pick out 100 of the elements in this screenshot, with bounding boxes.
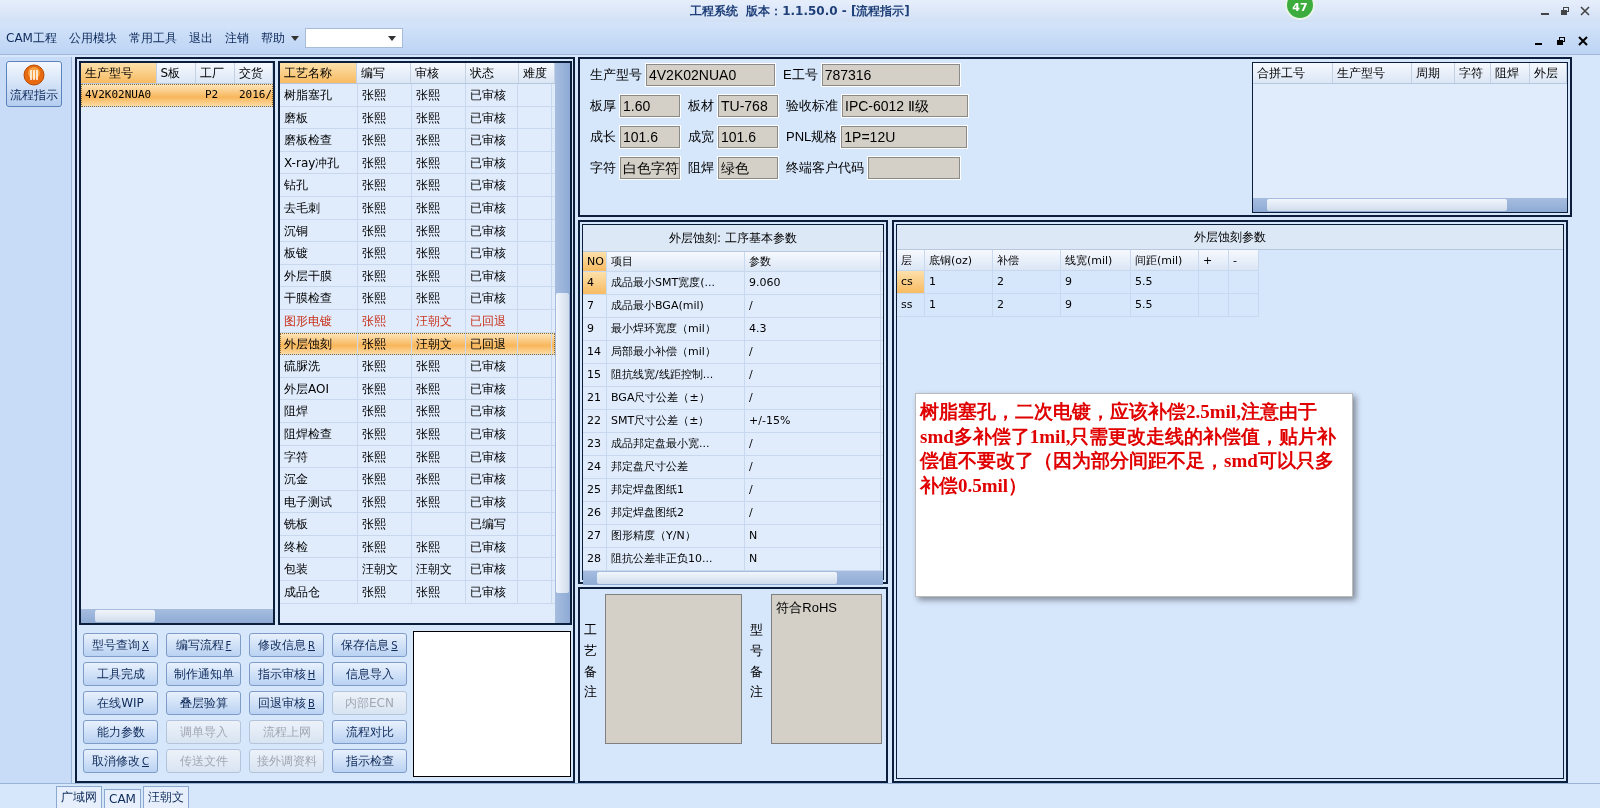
column-header[interactable]: 编写 [356,63,412,83]
column-header[interactable]: - [1229,250,1259,270]
action-button[interactable]: 制作通知单 [166,662,241,686]
table-row[interactable]: 成品仓 张熙 张熙 已审核 [280,581,555,604]
table-row[interactable]: 7 成品最小BGA(mil) / [583,295,883,318]
action-button[interactable]: 能力参数 [83,720,158,744]
vertical-scrollbar[interactable] [555,63,570,623]
action-button[interactable]: 工具完成 [83,662,158,686]
column-header[interactable]: NO [583,252,607,271]
text-area[interactable] [413,631,571,777]
column-header[interactable]: 交货 [235,63,273,83]
restore-icon[interactable] [1560,6,1570,16]
table-row[interactable]: 钻孔 张熙 张熙 已审核 [280,174,555,197]
table-row[interactable]: 阻焊检查 张熙 张熙 已审核 [280,422,555,446]
column-header[interactable]: 工厂 [196,63,236,83]
column-header[interactable]: 线宽(mil) [1061,250,1131,270]
status-tab[interactable]: 广域网 [56,786,102,808]
action-button[interactable]: 型号查询 X [83,633,158,657]
table-row[interactable]: 24 邦定盘尺寸公差 / [583,456,883,479]
column-header[interactable]: 参数 [745,252,881,271]
dropdown-field[interactable] [304,28,403,48]
column-header[interactable]: 阻焊 [1491,63,1531,83]
text-area[interactable]: 符合RoHS [771,594,882,744]
action-button[interactable]: 流程对比 [332,720,407,744]
table-row[interactable]: 磨板检查 张熙 张熙 已审核 [280,129,555,152]
table-row[interactable]: 铣板 张熙 已编写 [280,513,555,536]
column-header[interactable]: 项目 [607,252,745,271]
column-header[interactable]: + [1199,250,1229,270]
input-field[interactable]: 101.6 [619,125,681,149]
table-row[interactable]: 15 阻抗线宽/线距控制... / [583,364,883,387]
table-row[interactable]: 25 邦定焊盘图纸1 / [583,479,883,502]
action-button[interactable]: 回退审核 B [249,691,324,715]
horizontal-scrollbar[interactable] [583,571,883,585]
menu-item[interactable]: 公用模块 [68,29,117,47]
table-row[interactable]: 板镀 张熙 张熙 已审核 [280,242,555,265]
nav-button[interactable]: 流程指示 [6,61,62,107]
menu-item[interactable]: 帮助 [260,29,285,47]
action-button[interactable]: 修改信息 R [249,633,324,657]
table-row[interactable]: 14 局部最小补偿（mil） / [583,341,883,364]
restore-icon[interactable] [1556,36,1566,46]
table-row[interactable]: 去毛刺 张熙 张熙 已审核 [280,196,555,220]
action-button[interactable]: 保存信息 S [332,633,407,657]
horizontal-scrollbar[interactable] [81,609,273,623]
column-header[interactable]: 工艺名称 [280,63,357,83]
column-header[interactable]: 审核 [411,63,466,83]
action-button[interactable]: 编写流程 F [166,633,241,657]
menu-item[interactable]: CAM工程 [6,29,57,47]
input-field[interactable]: 787316 [820,63,961,87]
table-row[interactable]: 字符 张熙 张熙 已审核 [280,445,555,469]
table-row[interactable]: 9 最小焊环宽度（mil） 4.3 [583,318,883,341]
action-button[interactable]: 取消修改 C [83,749,158,773]
action-button[interactable]: 在线WIP [83,691,158,715]
table-row[interactable]: 外层AOI 张熙 张熙 已审核 [280,377,555,401]
input-field[interactable]: 1.60 [619,94,681,118]
action-button[interactable]: 信息导入 [332,662,407,686]
column-header[interactable]: 层 [897,250,925,270]
table-row[interactable]: 23 成品邦定盘最小宽... / [583,433,883,456]
table-row[interactable]: 26 邦定焊盘图纸2 / [583,502,883,525]
horizontal-scrollbar[interactable] [1253,198,1567,212]
column-header[interactable]: 生产型号 [81,63,157,83]
table-row[interactable]: 磨板 张熙 张熙 已审核 [280,106,555,130]
input-field[interactable]: 1P=12U [840,125,969,149]
menu-item[interactable]: 常用工具 [128,29,177,47]
table-row[interactable]: 4 成品最小SMT宽度(... 9.060 [583,272,883,295]
input-field[interactable]: 白色字符 [619,156,681,180]
status-tab[interactable]: 汪朝文 [142,786,189,808]
table-row[interactable]: 阻焊 张熙 张熙 已审核 [280,400,555,423]
input-field[interactable]: 绿色 [717,156,779,180]
table-row[interactable]: 外层干膜 张熙 张熙 已审核 [280,264,555,288]
input-field[interactable] [867,156,961,180]
table-row[interactable]: 树脂塞孔 张熙 张熙 已审核 [280,84,555,107]
table-row[interactable]: 沉铜 张熙 张熙 已审核 [280,219,555,243]
column-header[interactable]: 间距(mil) [1131,250,1199,270]
column-header[interactable]: 合拼工号 [1253,63,1334,83]
action-button[interactable]: 指示检查 [332,749,407,773]
table-row[interactable]: cs 1 2 9 5.5 [897,271,1259,294]
caret-icon[interactable] [290,35,299,41]
status-tab[interactable]: CAM [104,789,141,808]
input-field[interactable]: TU-768 [717,94,779,118]
table-row[interactable]: 包装 汪朝文 汪朝文 已审核 [280,558,555,582]
column-header[interactable]: 周期 [1411,63,1455,83]
input-field[interactable]: 101.6 [717,125,779,149]
table-row[interactable]: 图形电镀 张熙 汪朝文 已回退 [280,309,555,333]
table-row[interactable]: 终检 张熙 张熙 已审核 [280,535,555,559]
action-button[interactable]: 叠层验算 [166,691,241,715]
menu-item[interactable]: 注销 [224,29,249,47]
table-row[interactable]: 沉金 张熙 张熙 已审核 [280,468,555,491]
column-header[interactable]: 字符 [1454,63,1492,83]
table-row[interactable]: ss 1 2 9 5.5 [897,294,1259,317]
menu-item[interactable]: 退出 [188,29,213,47]
close-icon[interactable] [1578,36,1588,46]
input-field[interactable]: IPC-6012 Ⅱ级 [841,94,969,118]
table-row[interactable]: X-ray冲孔 张熙 张熙 已审核 [280,151,555,175]
table-row[interactable]: 干膜检查 张熙 张熙 已审核 [280,287,555,310]
table-row[interactable]: 27 图形精度（Y/N） N [583,525,883,548]
table-row[interactable]: 22 SMT尺寸公差（±） +/-15% [583,410,883,433]
input-field[interactable]: 4V2K02NUA0 [645,63,776,87]
column-header[interactable]: 外层 [1530,63,1567,83]
column-header[interactable]: 补偿 [993,250,1061,270]
column-header[interactable]: 难度 [518,63,555,83]
